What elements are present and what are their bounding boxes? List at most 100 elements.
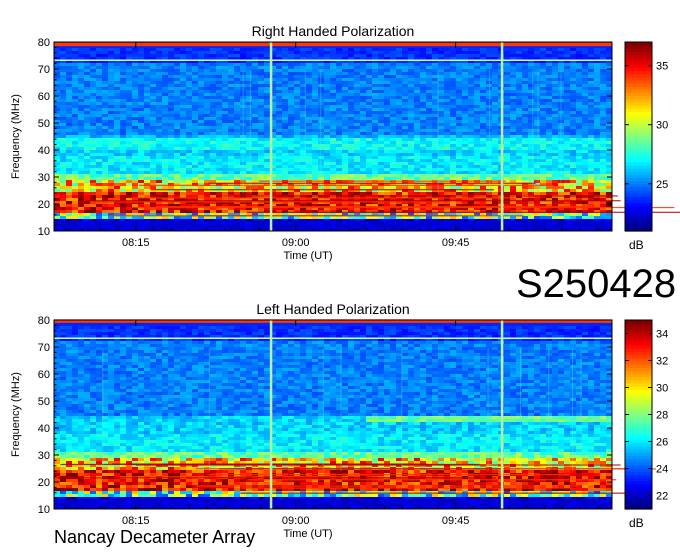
spectrogram-cell <box>336 159 342 162</box>
spectrogram-cell <box>324 135 330 138</box>
spectrogram-cell <box>72 87 78 90</box>
spectrogram-cell <box>96 81 102 84</box>
spectrogram-cell <box>66 135 72 138</box>
spectrogram-cell <box>438 75 444 78</box>
spectrogram-cell <box>456 51 462 54</box>
spectrogram-cell <box>432 96 438 99</box>
spectrogram-cell <box>444 123 450 126</box>
spectrogram-cell <box>66 102 72 105</box>
spectrogram-cell <box>276 66 282 69</box>
spectrogram-cell <box>54 54 60 57</box>
spectrogram-cell <box>156 66 162 69</box>
spectrogram-cell <box>534 63 540 66</box>
spectrogram-cell <box>246 105 252 108</box>
spectrogram-cell <box>402 165 408 168</box>
spectrogram-cell <box>84 99 90 102</box>
spectrogram-cell <box>426 153 432 156</box>
spectrogram-cell <box>258 150 264 153</box>
spectrogram-cell <box>420 192 426 195</box>
spectrogram-cell <box>66 120 72 123</box>
spectrogram-cell <box>360 147 366 150</box>
spectrogram-cell <box>216 192 222 195</box>
spectrogram-cell <box>330 120 336 123</box>
spectrogram-cell <box>354 192 360 195</box>
spectrogram-cell <box>78 159 84 162</box>
spectrogram-cell <box>150 54 156 57</box>
spectrogram-cell <box>330 162 336 165</box>
spectrogram-cell <box>336 153 342 156</box>
spectrogram-cell <box>564 192 570 195</box>
spectrogram-cell <box>546 162 552 165</box>
spectrogram-cell <box>138 54 144 57</box>
spectrogram-cell <box>576 156 582 159</box>
spectrogram-cell <box>540 51 546 54</box>
spectrogram-cell <box>150 105 156 108</box>
spectrogram-cell <box>582 138 588 141</box>
spectrogram-cell <box>60 132 66 135</box>
spectrogram-cell <box>384 156 390 159</box>
spectrogram-cell <box>522 147 528 150</box>
spectrogram-cell <box>228 177 234 180</box>
spectrogram-cell <box>606 102 612 105</box>
spectrogram-cell <box>66 180 72 183</box>
spectrogram-cell <box>510 105 516 108</box>
spectrogram-cell <box>150 75 156 78</box>
spectrogram-cell <box>312 129 318 132</box>
spectrogram-cell <box>120 66 126 69</box>
spectrogram-cell <box>444 168 450 171</box>
spectrogram-cell <box>150 165 156 168</box>
spectrogram-cell <box>234 180 240 183</box>
spectrogram-cell <box>390 135 396 138</box>
spectrogram-cell <box>396 96 402 99</box>
spectrogram-cell <box>372 72 378 75</box>
spectrogram-cell <box>468 117 474 120</box>
spectrogram-cell <box>168 108 174 111</box>
spectrogram-cell <box>444 153 450 156</box>
spectrogram-cell <box>54 102 60 105</box>
spectrogram-cell <box>426 75 432 78</box>
spectrogram-cell <box>468 111 474 114</box>
spectrogram-cell <box>144 180 150 183</box>
spectrogram-cell <box>432 63 438 66</box>
spectrogram-cell <box>210 84 216 87</box>
spectrogram-cell <box>222 87 228 90</box>
spectrogram-cell <box>444 135 450 138</box>
spectrogram-cell <box>108 114 114 117</box>
spectrogram-cell <box>360 78 366 81</box>
spectrogram-cell <box>504 96 510 99</box>
spectrogram-cell <box>456 93 462 96</box>
spectrogram-cell <box>426 72 432 75</box>
spectrogram-cell <box>102 69 108 72</box>
spectrogram-cell <box>264 99 270 102</box>
spectrogram-cell <box>456 84 462 87</box>
spectrogram-cell <box>534 78 540 81</box>
spectrogram-cell <box>324 75 330 78</box>
spectrogram-cell <box>138 111 144 114</box>
spectrogram-cell <box>186 147 192 150</box>
spectrogram-cell <box>420 99 426 102</box>
spectrogram-cell <box>60 153 66 156</box>
spectrogram-cell <box>384 84 390 87</box>
spectrogram-cell <box>504 186 510 189</box>
spectrogram-cell <box>150 171 156 174</box>
spectrogram-cell <box>336 186 342 189</box>
spectrogram-cell <box>294 117 300 120</box>
spectrogram-cell <box>480 123 486 126</box>
spectrogram-cell <box>534 75 540 78</box>
spectrogram-cell <box>564 150 570 153</box>
spectrogram-cell <box>186 90 192 93</box>
spectrogram-cell <box>426 81 432 84</box>
spectrogram-cell <box>402 114 408 117</box>
spectrogram-cell <box>354 162 360 165</box>
spectrogram-cell <box>180 192 186 195</box>
spectrogram-cell <box>288 81 294 84</box>
spectrogram-cell <box>456 105 462 108</box>
spectrogram-cell <box>102 105 108 108</box>
spectrogram-cell <box>204 174 210 177</box>
spectrogram-cell <box>276 75 282 78</box>
spectrogram-cell <box>474 66 480 69</box>
spectrogram-cell <box>300 63 306 66</box>
spectrogram-cell <box>354 54 360 57</box>
spectrogram-cell <box>486 171 492 174</box>
spectrogram-cell <box>222 180 228 183</box>
